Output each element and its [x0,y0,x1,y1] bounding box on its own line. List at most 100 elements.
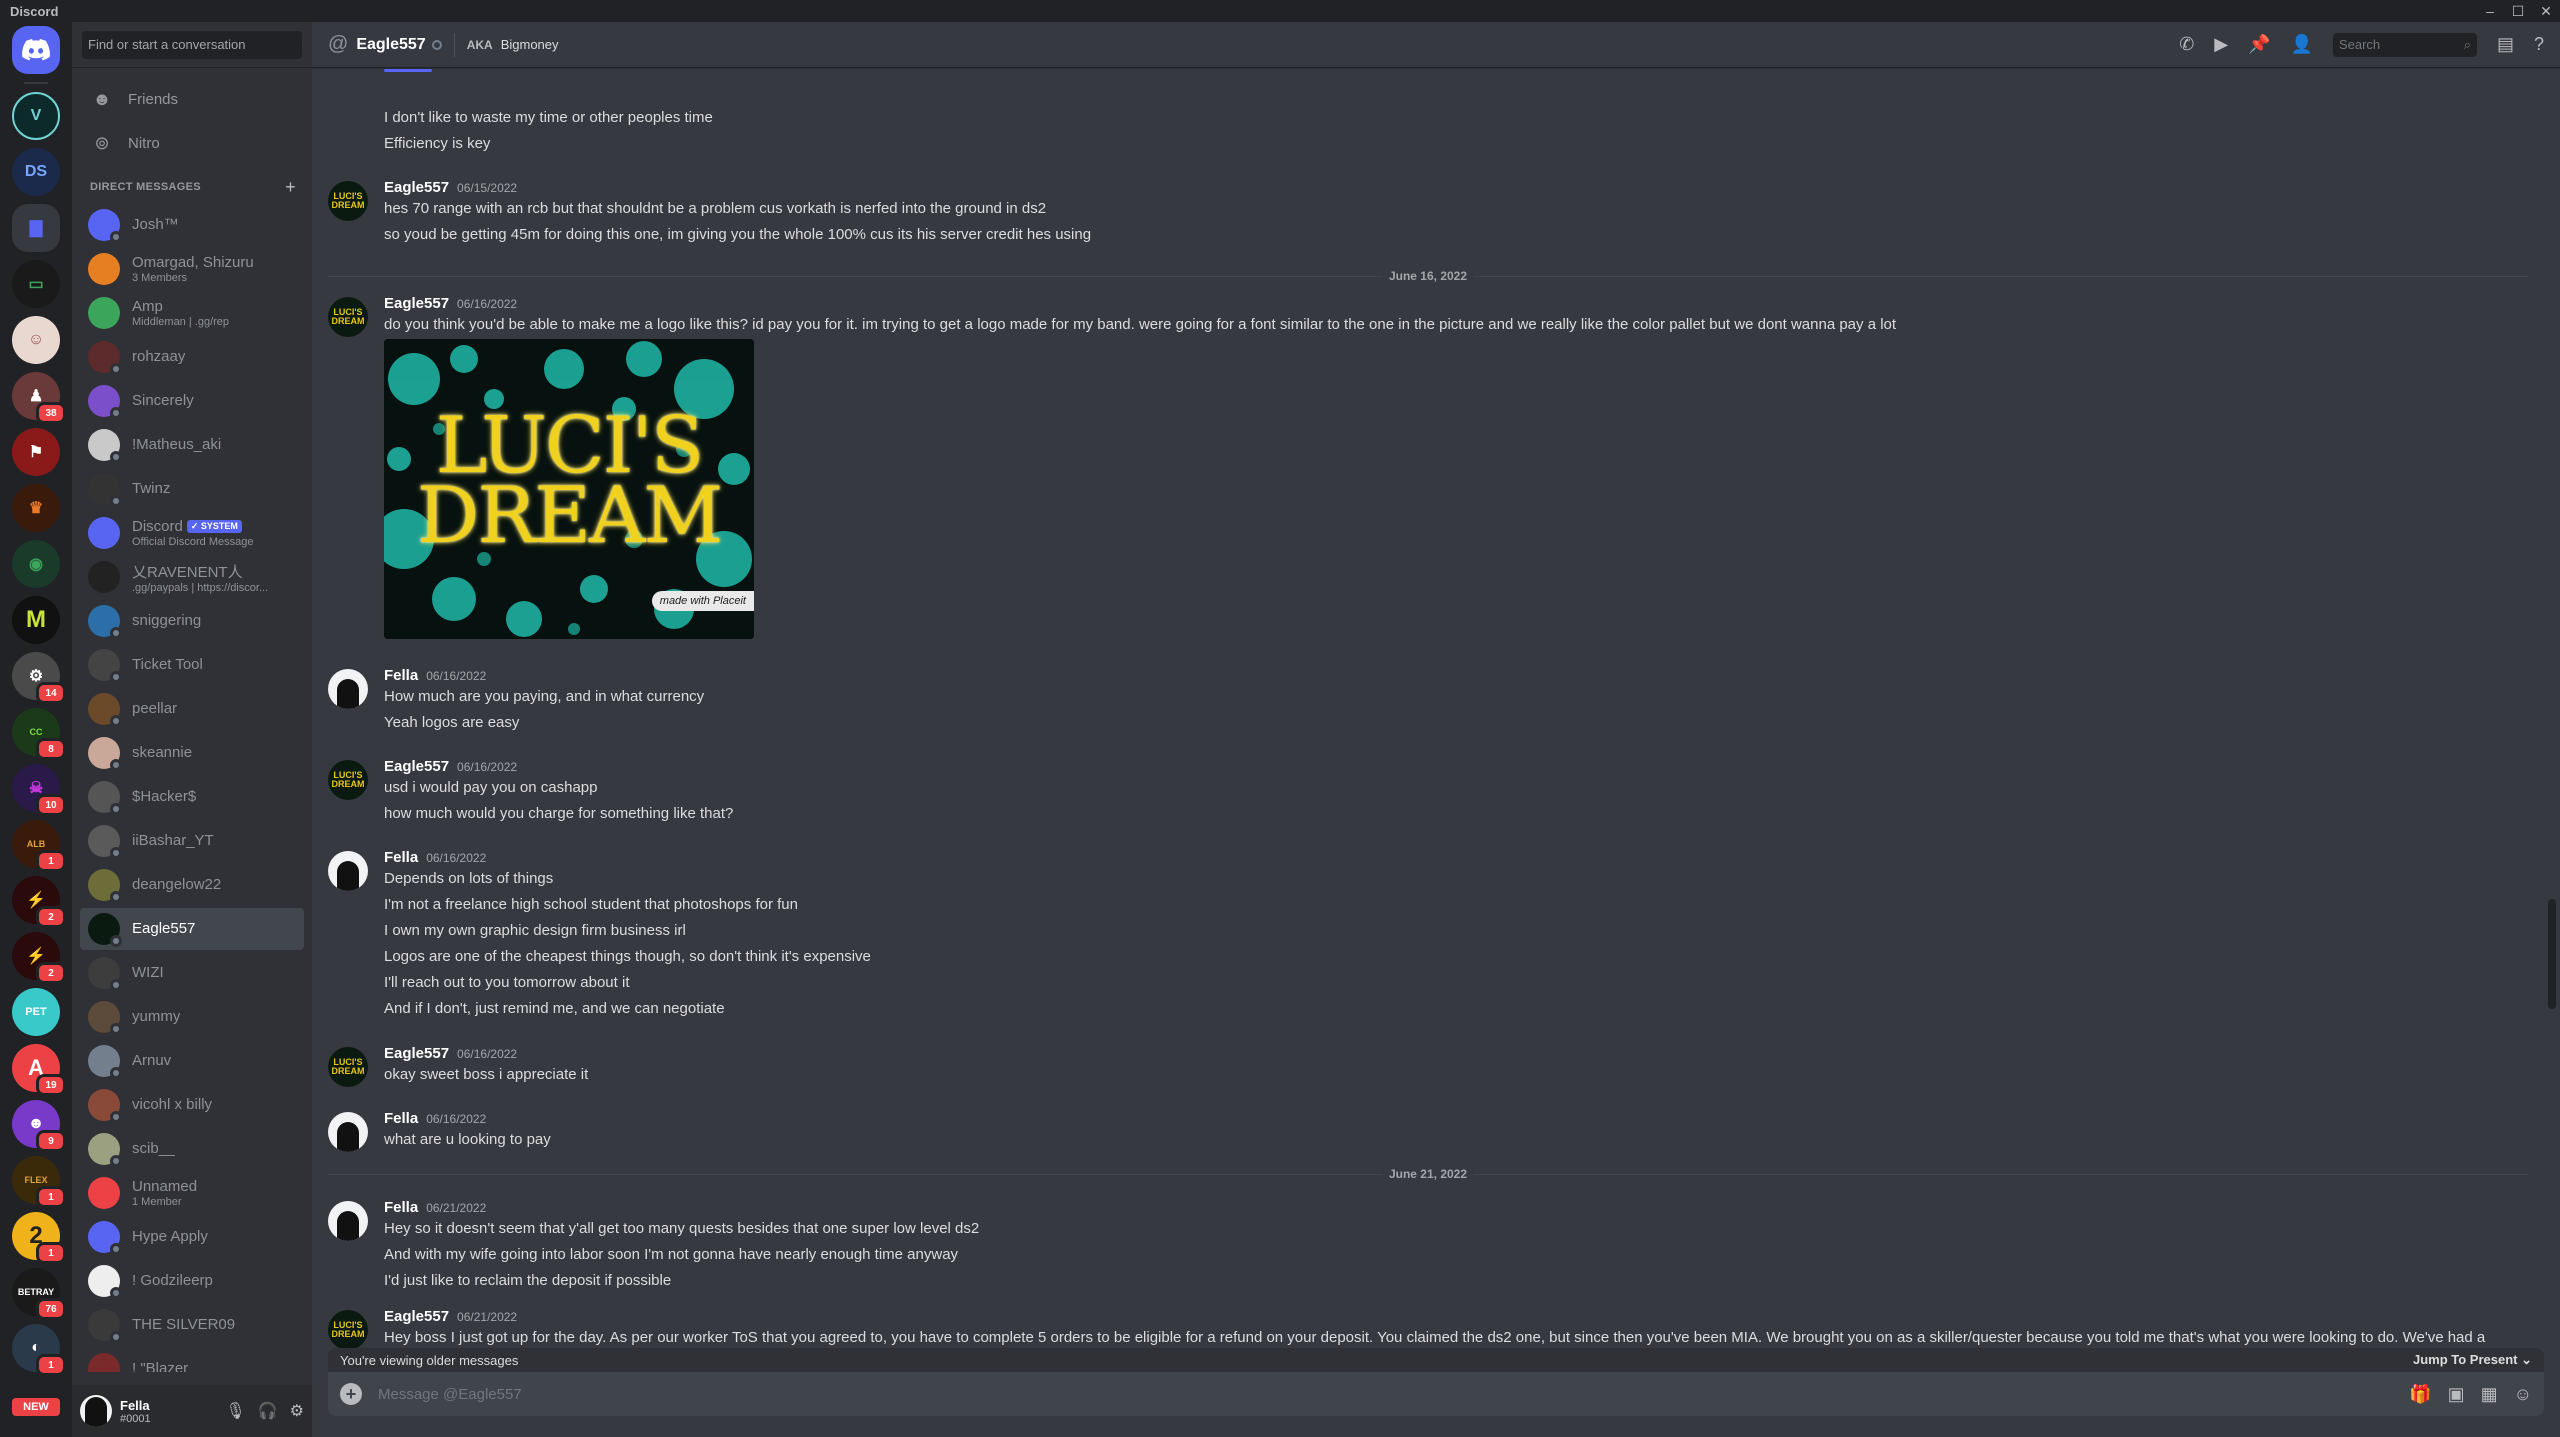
dm-item[interactable]: Twinz [80,468,304,510]
author-name[interactable]: Fella [384,1199,418,1216]
avatar[interactable] [328,1112,368,1152]
status-icon [110,803,122,815]
dm-item[interactable]: peellar [80,688,304,730]
close-icon[interactable]: ✕ [2532,0,2560,22]
author-name[interactable]: Eagle557 [384,179,449,196]
dm-item[interactable]: Sincerely [80,380,304,422]
dm-item[interactable]: sniggering [80,600,304,642]
server-icon[interactable]: ☺ [12,316,60,364]
folder-icon[interactable]: ▇ [12,204,60,252]
author-name[interactable]: Fella [384,1110,418,1127]
server-icon[interactable]: ⚑ [12,428,60,476]
dm-item[interactable]: Hype Apply [80,1216,304,1258]
maximize-icon[interactable]: ☐ [2504,0,2532,22]
settings-gear-icon[interactable]: ⚙ [290,1401,304,1421]
create-dm-icon[interactable]: + [285,177,296,198]
aka-label: AKA [466,37,493,52]
user-name: Fella [120,1397,150,1413]
message-input[interactable]: Message @Eagle557 [378,1386,522,1403]
server-icon[interactable]: ♛ [12,484,60,532]
pin-icon[interactable]: 📌 [2248,34,2270,55]
new-unreads-button[interactable]: NEW [12,1398,60,1416]
avatar[interactable]: LUCI'S DREAM [328,1310,368,1350]
avatar[interactable]: LUCI'S DREAM [328,760,368,800]
dm-item[interactable]: Omargad, Shizuru 3 Members [80,248,304,290]
inbox-icon[interactable]: ▤ [2497,34,2514,55]
server-icon[interactable]: DS [12,148,60,196]
message-composer[interactable]: + Message @Eagle557 🎁 ▣ ▦ ☺ [328,1372,2544,1416]
server-icon[interactable]: ◉ [12,540,60,588]
search-input[interactable]: Search ⌕ [2332,32,2477,57]
friends-nav[interactable]: ☻ Friends [80,78,304,120]
title-bar: Discord – ☐ ✕ [0,0,2560,22]
help-icon[interactable]: ? [2534,34,2544,55]
dm-item[interactable]: iiBashar_YT [80,820,304,862]
dm-item[interactable]: scib__ [80,1128,304,1170]
author-name[interactable]: Fella [384,667,418,684]
server-icon[interactable]: M [12,596,60,644]
dm-item[interactable]: Josh™ [80,204,304,246]
gift-icon[interactable]: 🎁 [2409,1384,2431,1405]
server-icon[interactable]: ▭ [12,260,60,308]
dm-item[interactable]: Amp Middleman | .gg/rep [80,292,304,334]
dm-item[interactable]: Eagle557 [80,908,304,950]
emoji-icon[interactable]: ☺ [2514,1384,2532,1405]
mention-badge: 9 [36,1130,66,1152]
gif-icon[interactable]: ▣ [2448,1384,2465,1405]
avatar[interactable] [328,851,368,891]
mention-badge: 1 [36,1186,66,1208]
timestamp: 06/16/2022 [426,669,487,683]
message-header: Fella 06/16/2022 [384,1110,486,1127]
dm-item[interactable]: skeannie [80,732,304,774]
jump-to-present-button[interactable]: Jump To Present ⌄ [2413,1352,2532,1368]
find-conversation-input[interactable]: Find or start a conversation [82,30,302,59]
nitro-nav[interactable]: ⊚ Nitro [80,122,304,164]
timestamp: 06/16/2022 [457,760,518,774]
mention-badge: 38 [36,402,66,424]
video-call-icon[interactable]: ▶ [2214,34,2228,55]
avatar[interactable]: LUCI'S DREAM [328,297,368,337]
author-name[interactable]: Eagle557 [384,758,449,775]
voice-call-icon[interactable]: ✆ [2179,34,2194,55]
home-button[interactable] [12,26,60,74]
avatar[interactable] [80,1395,112,1427]
dm-item[interactable]: 乂RAVENENT人 .gg/paypals | https://discor..… [80,556,304,598]
dm-item[interactable]: !Matheus_aki [80,424,304,466]
author-name[interactable]: Eagle557 [384,295,449,312]
dm-item[interactable]: deangelow22 [80,864,304,906]
avatar[interactable]: LUCI'S DREAM [328,181,368,221]
author-name[interactable]: Fella [384,849,418,866]
avatar[interactable] [328,669,368,709]
dm-item[interactable]: WIZI [80,952,304,994]
dm-item[interactable]: Arnuv [80,1040,304,1082]
avatar[interactable] [328,1201,368,1241]
dm-item[interactable]: Ticket Tool [80,644,304,686]
minimize-icon[interactable]: – [2476,0,2504,22]
dm-item[interactable]: ! "Blazer [80,1348,304,1372]
message-line: I'll reach out to you tomorrow about it [384,974,630,991]
scrollbar-thumb[interactable] [2548,899,2556,1009]
add-friend-icon[interactable]: 👤 [2291,34,2313,55]
dm-item[interactable]: ! Godzileerp [80,1260,304,1302]
dm-item[interactable]: $Hacker$ [80,776,304,818]
dm-item[interactable]: Discord ✓ SYSTEM Official Discord Message [80,512,304,554]
server-icon[interactable]: PET [12,988,60,1036]
attached-image[interactable]: LUCI'S DREAM made with Placeit [384,339,754,639]
avatar[interactable]: LUCI'S DREAM [328,1047,368,1087]
server-icon[interactable]: V [12,92,60,140]
dm-item[interactable]: rohzaay [80,336,304,378]
add-attachment-icon[interactable]: + [340,1383,362,1405]
message-line: Efficiency is key [384,135,491,152]
dm-item[interactable]: THE SILVER09 [80,1304,304,1346]
dm-item[interactable]: Unnamed 1 Member [80,1172,304,1214]
dm-subtitle: 3 Members [132,272,188,284]
author-name[interactable]: Eagle557 [384,1308,449,1325]
dm-item[interactable]: vicohl x billy [80,1084,304,1126]
headphones-icon[interactable]: 🎧 [258,1401,278,1421]
dm-item[interactable]: yummy [80,996,304,1038]
timestamp: 06/16/2022 [426,1112,487,1126]
author-name[interactable]: Eagle557 [384,1045,449,1062]
older-messages-notice: You're viewing older messages [340,1352,519,1368]
sticker-icon[interactable]: ▦ [2481,1384,2498,1405]
microphone-icon[interactable]: 🎙 [225,1401,245,1421]
